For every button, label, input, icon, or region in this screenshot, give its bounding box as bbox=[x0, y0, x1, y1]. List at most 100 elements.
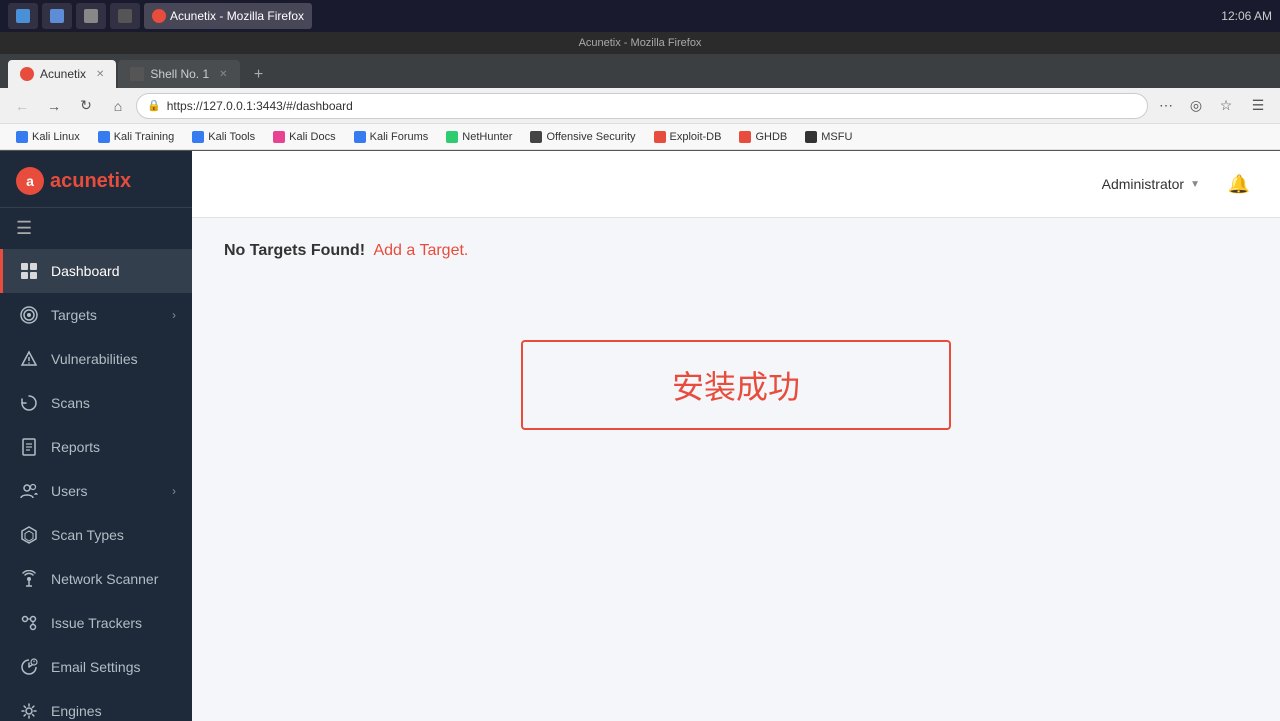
menu-icon: ☰ bbox=[16, 218, 32, 238]
sidebar-item-engines[interactable]: Engines bbox=[0, 689, 192, 721]
add-target-link[interactable]: Add a Target. bbox=[373, 242, 468, 259]
sidebar-item-targets[interactable]: Targets › bbox=[0, 293, 192, 337]
bookmark-favicon-kali-tools bbox=[192, 131, 204, 143]
bookmark-kali-forums[interactable]: Kali Forums bbox=[346, 127, 437, 147]
sidebar-item-label-scan-types: Scan Types bbox=[51, 527, 176, 543]
forward-button[interactable]: → bbox=[40, 92, 68, 120]
tab-favicon-shell bbox=[130, 67, 144, 81]
bookmark-label-exploit-db: Exploit-DB bbox=[670, 131, 722, 143]
bookmark-kali-tools[interactable]: Kali Tools bbox=[184, 127, 263, 147]
notification-button[interactable]: 🔔 bbox=[1222, 167, 1256, 201]
new-tab-button[interactable]: + bbox=[246, 62, 272, 88]
success-box: 安装成功 bbox=[521, 340, 951, 430]
targets-icon bbox=[19, 305, 39, 325]
bookmark-nethunter[interactable]: NetHunter bbox=[438, 127, 520, 147]
pocket-button[interactable]: ◎ bbox=[1182, 92, 1210, 120]
scans-icon bbox=[19, 393, 39, 413]
bookmark-kali-docs[interactable]: Kali Docs bbox=[265, 127, 343, 147]
address-bar[interactable]: 🔒 https://127.0.0.1:3443/#/dashboard bbox=[136, 93, 1148, 119]
bookmark-ghdb[interactable]: GHDB bbox=[731, 127, 795, 147]
bookmark-label-kali-linux: Kali Linux bbox=[32, 131, 80, 143]
bookmark-label-offensive-security: Offensive Security bbox=[546, 131, 635, 143]
taskbar-item-2[interactable] bbox=[42, 3, 72, 29]
sidebar-item-network-scanner[interactable]: Network Scanner bbox=[0, 557, 192, 601]
bookmarks-bar: Kali Linux Kali Training Kali Tools Kali… bbox=[0, 124, 1280, 150]
bookmark-favicon-offensive-security bbox=[530, 131, 542, 143]
tab-shell[interactable]: Shell No. 1 ✕ bbox=[118, 60, 239, 88]
bookmark-exploit-db[interactable]: Exploit-DB bbox=[646, 127, 730, 147]
logo: a acunetix bbox=[16, 167, 176, 195]
taskbar-firefox-label: Acunetix - Mozilla Firefox bbox=[170, 9, 304, 23]
taskbar-right: 12:06 AM bbox=[1221, 9, 1272, 23]
bookmark-offensive-security[interactable]: Offensive Security bbox=[522, 127, 643, 147]
admin-dropdown[interactable]: Administrator ▼ bbox=[1092, 170, 1210, 198]
sidebar-item-label-email-settings: Email Settings bbox=[51, 659, 176, 675]
nav-right-buttons: ⋯ ◎ ☆ bbox=[1152, 92, 1240, 120]
sidebar-item-vulnerabilities[interactable]: Vulnerabilities bbox=[0, 337, 192, 381]
taskbar-item-3[interactable] bbox=[76, 3, 106, 29]
users-chevron-icon: › bbox=[172, 484, 176, 498]
address-text: https://127.0.0.1:3443/#/dashboard bbox=[167, 99, 1137, 113]
sidebar-item-label-targets: Targets bbox=[51, 307, 160, 323]
tab-acunetix[interactable]: Acunetix ✕ bbox=[8, 60, 116, 88]
logo-icon: a bbox=[16, 167, 44, 195]
admin-chevron-icon: ▼ bbox=[1190, 179, 1200, 190]
no-targets-message: No Targets Found! Add a Target. bbox=[224, 242, 1248, 260]
tab-close-shell[interactable]: ✕ bbox=[219, 69, 227, 80]
tab-bar: Acunetix ✕ Shell No. 1 ✕ + bbox=[0, 54, 1280, 88]
extensions-button[interactable]: ⋯ bbox=[1152, 92, 1180, 120]
address-lock-icon: 🔒 bbox=[147, 99, 161, 112]
sidebar-item-dashboard[interactable]: Dashboard bbox=[0, 249, 192, 293]
bookmark-label-kali-docs: Kali Docs bbox=[289, 131, 335, 143]
sidebar-item-users[interactable]: Users › bbox=[0, 469, 192, 513]
sidebar-logo: a acunetix bbox=[0, 151, 192, 208]
sidebar-item-email-settings[interactable]: Email Settings bbox=[0, 645, 192, 689]
sidebar-item-scans[interactable]: Scans bbox=[0, 381, 192, 425]
sidebar-item-label-engines: Engines bbox=[51, 703, 176, 719]
dashboard-icon bbox=[19, 261, 39, 281]
reports-icon bbox=[19, 437, 39, 457]
sidebar-item-label-issue-trackers: Issue Trackers bbox=[51, 615, 176, 631]
tab-favicon-acunetix bbox=[20, 67, 34, 81]
sidebar: a acunetix ☰ Dashboard bbox=[0, 151, 192, 721]
taskbar-clock: 12:06 AM bbox=[1221, 9, 1272, 23]
scan-types-icon bbox=[19, 525, 39, 545]
sidebar-item-reports[interactable]: Reports bbox=[0, 425, 192, 469]
sidebar-item-issue-trackers[interactable]: Issue Trackers bbox=[0, 601, 192, 645]
menu-button[interactable]: ☰ bbox=[1244, 92, 1272, 120]
notification-icon: 🔔 bbox=[1228, 174, 1250, 195]
bookmark-label-kali-forums: Kali Forums bbox=[370, 131, 429, 143]
admin-label: Administrator bbox=[1102, 176, 1184, 192]
sidebar-item-label-network-scanner: Network Scanner bbox=[51, 571, 176, 587]
network-scanner-icon bbox=[19, 569, 39, 589]
taskbar-firefox[interactable]: Acunetix - Mozilla Firefox bbox=[144, 3, 312, 29]
sidebar-item-label-scans: Scans bbox=[51, 395, 176, 411]
browser-title: Acunetix - Mozilla Firefox bbox=[579, 37, 702, 49]
email-settings-icon bbox=[19, 657, 39, 677]
home-button[interactable]: ⌂ bbox=[104, 92, 132, 120]
vulnerabilities-icon bbox=[19, 349, 39, 369]
dashboard-content: No Targets Found! Add a Target. 安装成功 bbox=[192, 218, 1280, 454]
nav-bar: ← → ↻ ⌂ 🔒 https://127.0.0.1:3443/#/dashb… bbox=[0, 88, 1280, 124]
bookmark-button[interactable]: ☆ bbox=[1212, 92, 1240, 120]
sidebar-item-label-users: Users bbox=[51, 483, 160, 499]
issue-trackers-icon bbox=[19, 613, 39, 633]
sidebar-item-scan-types[interactable]: Scan Types bbox=[0, 513, 192, 557]
bookmark-kali-linux[interactable]: Kali Linux bbox=[8, 127, 88, 147]
bookmark-kali-training[interactable]: Kali Training bbox=[90, 127, 183, 147]
no-targets-text: No Targets Found! Add a Target. bbox=[224, 242, 468, 259]
bookmark-label-nethunter: NetHunter bbox=[462, 131, 512, 143]
bookmark-favicon-kali-docs bbox=[273, 131, 285, 143]
bookmark-msfu[interactable]: MSFU bbox=[797, 127, 860, 147]
bookmark-favicon-ghdb bbox=[739, 131, 751, 143]
sidebar-menu-toggle[interactable]: ☰ bbox=[0, 208, 192, 249]
tab-label-shell: Shell No. 1 bbox=[150, 67, 209, 81]
bookmark-favicon-kali-linux bbox=[16, 131, 28, 143]
back-button[interactable]: ← bbox=[8, 92, 36, 120]
main-header: Administrator ▼ 🔔 bbox=[192, 151, 1280, 218]
targets-chevron-icon: › bbox=[172, 308, 176, 322]
reload-button[interactable]: ↻ bbox=[72, 92, 100, 120]
tab-close-acunetix[interactable]: ✕ bbox=[96, 69, 104, 80]
taskbar-item-1[interactable] bbox=[8, 3, 38, 29]
taskbar-item-4[interactable] bbox=[110, 3, 140, 29]
